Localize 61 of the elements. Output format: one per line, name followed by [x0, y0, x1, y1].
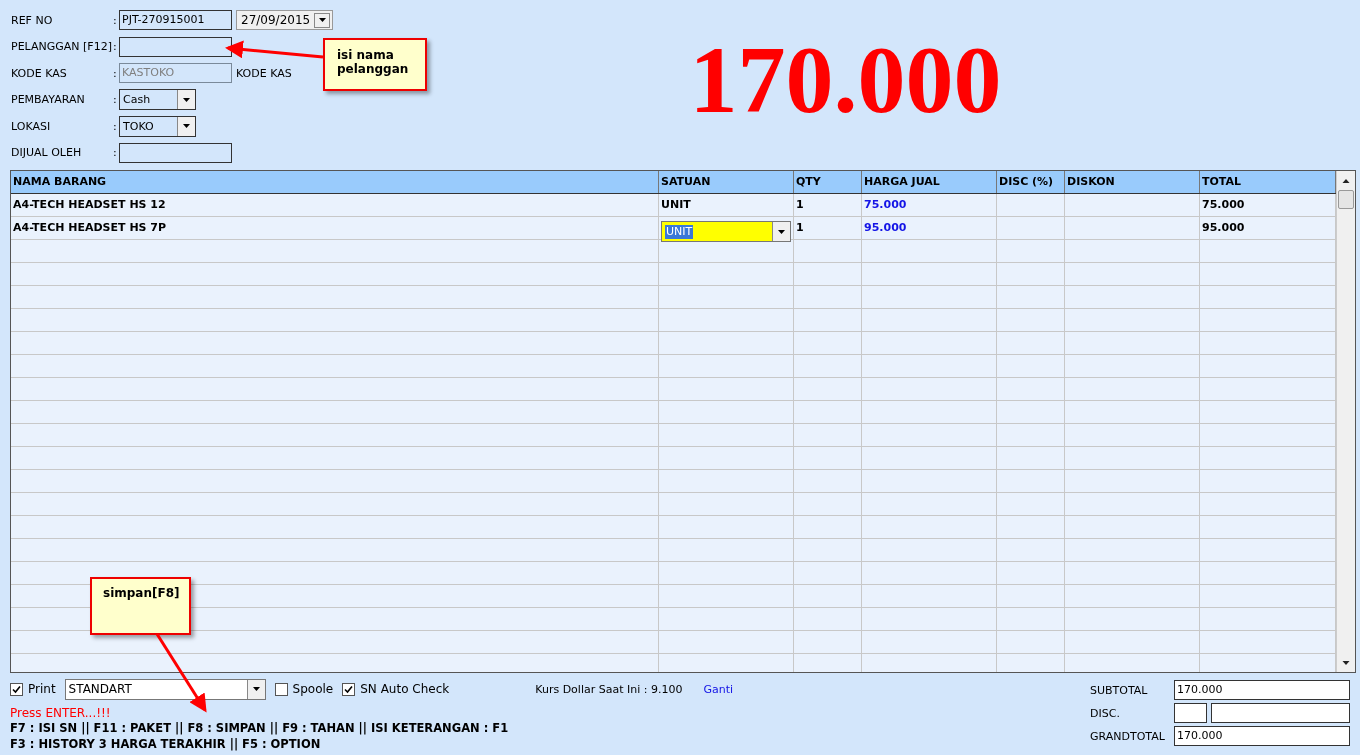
scrollbar[interactable] — [1336, 171, 1355, 672]
table-cell: A4-TECH HEADSET HS 7P — [11, 217, 659, 239]
discount-field[interactable] — [1211, 703, 1350, 723]
colon: : — [113, 40, 118, 54]
column-header[interactable]: DISC (%) — [997, 171, 1065, 193]
checkbox[interactable]: Spoole — [274, 682, 334, 696]
column-header[interactable]: QTY — [794, 171, 862, 193]
text-field[interactable]: PJT-270915001 — [119, 10, 232, 31]
date-picker[interactable]: 27/09/2015 — [236, 10, 333, 31]
unit-dropdown[interactable]: UNIT — [661, 221, 791, 242]
checkbox[interactable]: Print — [10, 682, 56, 696]
caret-icon — [183, 97, 190, 102]
field-label: PEMBAYARAN — [11, 93, 86, 107]
caret-icon — [183, 124, 190, 129]
column-header[interactable]: NAMA BARANG — [11, 171, 659, 193]
discount-percent-field[interactable] — [1174, 703, 1207, 723]
grandtotal-field[interactable]: 170.000 — [1174, 726, 1350, 746]
dropdown-field[interactable]: TOKO — [119, 115, 196, 137]
field-label: KODE KAS — [11, 66, 68, 80]
column-header[interactable]: DISKON — [1065, 171, 1200, 193]
colon: : — [113, 119, 118, 133]
column-header[interactable]: SATUAN — [659, 171, 794, 193]
total-label: GRANDTOTAL — [1090, 729, 1166, 743]
text-field[interactable] — [119, 142, 232, 163]
table-cell: UNIT — [661, 198, 691, 211]
field-label: DIJUAL OLEH — [11, 146, 83, 160]
table-cell: A4-TECH HEADSET HS 12 — [11, 194, 659, 216]
dropdown-field[interactable]: Cash — [119, 89, 196, 111]
shortcut-hint: F3 : HISTORY 3 HARGA TERAKHIR || F5 : OPTION — [10, 736, 322, 752]
table-cell: 1 — [794, 217, 862, 239]
colon: : — [113, 13, 118, 27]
total-label: SUBTOTAL — [1090, 683, 1149, 697]
field-label: KODE KAS — [236, 66, 292, 80]
checkmark-icon — [344, 684, 354, 694]
exchange-rate-text: Kurs Dollar Saat Ini : 9.100 — [535, 682, 683, 696]
total-amount: 170.000 — [689, 32, 1002, 128]
colon: : — [113, 146, 118, 160]
colon: : — [113, 93, 118, 107]
total-label: DISC. — [1090, 706, 1121, 720]
table-cell: 95.000 — [862, 217, 997, 239]
change-link[interactable]: Ganti — [703, 682, 734, 696]
shortcut-hint: F7 : ISI SN || F11 : PAKET || F8 : SIMPAN || F9 : TAHAN || ISI KETERANGAN : F1 — [10, 720, 510, 736]
caret-icon — [318, 18, 326, 23]
text-field[interactable] — [119, 36, 232, 57]
table-cell: 75.000 — [862, 194, 997, 216]
template-dropdown[interactable]: STANDART — [64, 678, 266, 700]
callout-note: simpan[F8] — [90, 577, 191, 635]
caret-icon — [252, 687, 260, 691]
checkbox[interactable]: SN Auto Check — [342, 682, 450, 696]
scroll-thumb[interactable] — [1338, 190, 1354, 209]
field-label: PELANGGAN [F12] — [11, 40, 113, 54]
subtotal-field[interactable]: 170.000 — [1174, 680, 1350, 700]
field-label: LOKASI — [11, 119, 52, 133]
checkmark-icon — [12, 684, 21, 694]
colon: : — [113, 66, 118, 80]
caret-icon — [778, 229, 785, 234]
status-message: Press ENTER...!!! — [10, 706, 112, 720]
column-header[interactable]: HARGA JUAL — [862, 171, 997, 193]
callout-note: isi nama pelanggan — [323, 38, 427, 91]
field-label: REF NO — [11, 13, 54, 27]
table-cell: 1 — [794, 194, 862, 216]
